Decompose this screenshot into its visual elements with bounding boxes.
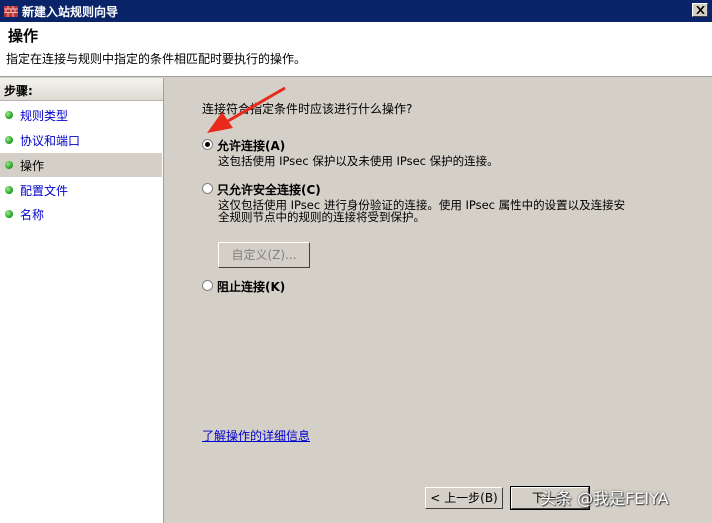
sidebar-item-label: 配置文件 <box>20 184 69 198</box>
step-dot-icon <box>5 161 13 169</box>
firewall-icon <box>4 4 18 18</box>
page-title: 操作 <box>8 27 39 45</box>
sidebar-item-label: 规则类型 <box>20 109 69 123</box>
sidebar-item-label: 操作 <box>20 159 45 173</box>
sidebar-item-rule-type[interactable]: 规则类型 <box>0 103 162 127</box>
allow-secure-label[interactable]: 只允许安全连接(C) <box>217 181 321 198</box>
close-icon <box>696 6 705 14</box>
page-description: 指定在连接与规则中指定的条件相匹配时要执行的操作。 <box>6 52 307 66</box>
sidebar-item-action[interactable]: 操作 <box>0 153 162 177</box>
step-dot-icon <box>5 210 13 218</box>
sidebar-item-label: 协议和端口 <box>20 134 81 148</box>
title-bar: 新建入站规则向导 <box>0 0 712 22</box>
window-title: 新建入站规则向导 <box>22 5 119 19</box>
steps-heading: 步骤: <box>0 78 163 101</box>
allow-connection-radio[interactable] <box>202 139 213 150</box>
step-dot-icon <box>5 111 13 119</box>
step-dot-icon <box>5 136 13 144</box>
sidebar-item-protocol-ports[interactable]: 协议和端口 <box>0 128 162 152</box>
allow-connection-description: 这包括使用 IPsec 保护以及未使用 IPsec 保护的连接。 <box>218 154 499 168</box>
sidebar-item-name[interactable]: 名称 <box>0 202 162 226</box>
back-button[interactable]: < 上一步(B) <box>425 487 503 509</box>
allow-secure-radio[interactable] <box>202 183 213 194</box>
customize-button[interactable]: 自定义(Z)... <box>218 242 310 268</box>
sidebar-item-label: 名称 <box>20 208 45 222</box>
sidebar-item-profile[interactable]: 配置文件 <box>0 178 162 202</box>
block-connection-radio[interactable] <box>202 280 213 291</box>
step-dot-icon <box>5 186 13 194</box>
close-button[interactable] <box>692 3 708 17</box>
block-connection-label[interactable]: 阻止连接(K) <box>217 278 285 295</box>
allow-secure-description-line2: 全规则节点中的规则的连接将受到保护。 <box>218 210 425 224</box>
action-question: 连接符合指定条件时应该进行什么操作? <box>202 102 413 116</box>
learn-more-link[interactable]: 了解操作的详细信息 <box>202 427 310 444</box>
main-content: 连接符合指定条件时应该进行什么操作? 允许连接(A) 这包括使用 IPsec 保… <box>165 78 712 523</box>
watermark: 头条 @我是FEIYA <box>540 489 669 508</box>
allow-connection-label[interactable]: 允许连接(A) <box>217 137 285 154</box>
steps-sidebar: 步骤: 规则类型 协议和端口 操作 配置文件 名称 <box>0 78 164 523</box>
wizard-header: 操作 指定在连接与规则中指定的条件相匹配时要执行的操作。 <box>0 22 712 77</box>
